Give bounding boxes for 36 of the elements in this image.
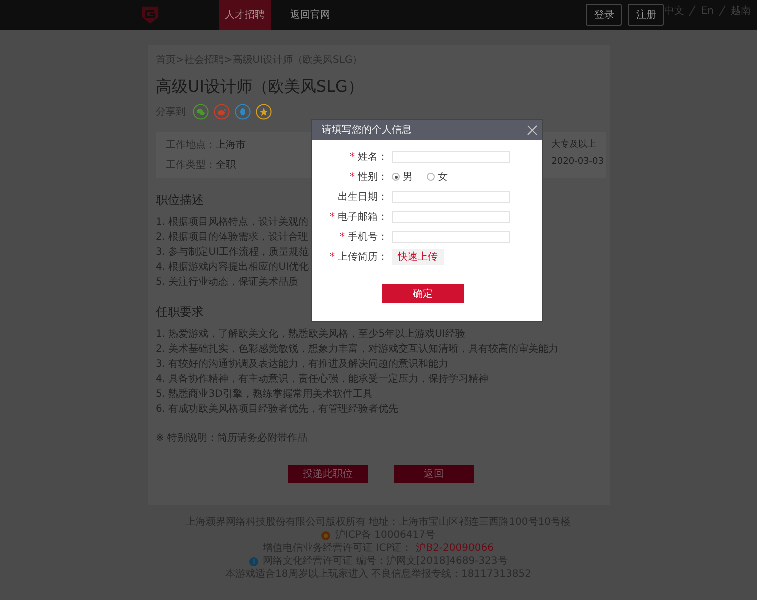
nav-tab[interactable]: 人才招聘 xyxy=(219,0,271,30)
header-button[interactable]: 注册 xyxy=(628,4,664,26)
close-icon[interactable] xyxy=(527,124,538,136)
radio-option[interactable]: 男 xyxy=(392,170,413,184)
field-label: 姓名： xyxy=(358,151,388,164)
field-label: 出生日期： xyxy=(338,190,388,204)
badge-icon xyxy=(249,557,260,567)
required-mark: * xyxy=(340,232,345,242)
required-mark: * xyxy=(330,252,335,262)
action-button[interactable]: 投递此职位 xyxy=(288,465,368,483)
text-field[interactable] xyxy=(392,151,510,163)
info-value: 上海市 xyxy=(216,140,246,151)
radio-option[interactable]: 女 xyxy=(427,170,448,184)
text-field[interactable] xyxy=(392,231,510,243)
required-mark: * xyxy=(350,172,355,182)
required-mark: * xyxy=(330,212,335,222)
dialog-title: 请填写您的个人信息 xyxy=(322,124,412,137)
share-icon[interactable] xyxy=(235,104,251,120)
required-mark: * xyxy=(350,152,355,162)
text-field[interactable] xyxy=(392,211,510,223)
confirm-button[interactable]: 确定 xyxy=(382,284,464,303)
field-label: 手机号： xyxy=(348,230,388,244)
header-button[interactable]: 登录 xyxy=(586,4,622,26)
nav-tab[interactable]: 返回官网 xyxy=(284,0,336,30)
field-label: 电子邮箱： xyxy=(338,210,388,224)
field-label: 性别： xyxy=(358,170,388,184)
info-value: 2020-03-03 xyxy=(552,157,604,167)
share-icon[interactable] xyxy=(214,104,230,120)
share-icon[interactable] xyxy=(193,104,209,120)
upload-button[interactable]: 快速上传 xyxy=(392,249,444,265)
text-field[interactable] xyxy=(392,191,510,203)
info-value: 全职 xyxy=(216,160,236,171)
field-label: 上传简历： xyxy=(338,250,388,264)
action-button[interactable]: 返回 xyxy=(394,465,474,483)
info-value: 大专及以上 xyxy=(552,138,598,151)
emblem-icon xyxy=(321,531,332,541)
